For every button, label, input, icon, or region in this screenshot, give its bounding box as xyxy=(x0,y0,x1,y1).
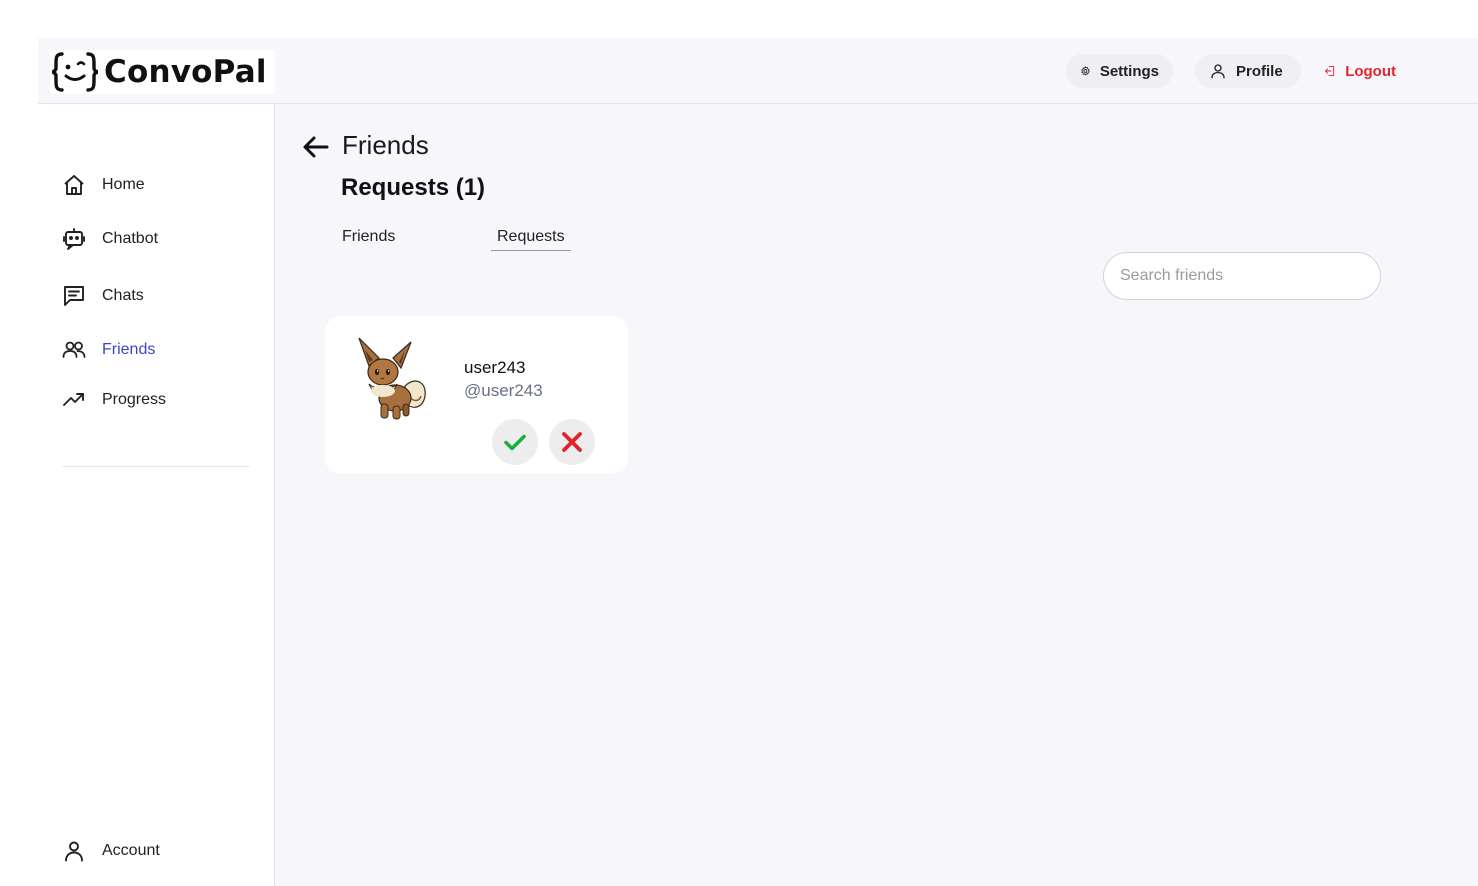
sidebar-item-label: Chatbot xyxy=(102,230,159,247)
accept-request-button[interactable] xyxy=(492,419,538,465)
logout-icon xyxy=(1325,65,1335,77)
decline-request-button[interactable] xyxy=(549,419,595,465)
sidebar: Home Chatbot Chats Friends Progress Acco… xyxy=(38,104,275,886)
logout-button[interactable]: Logout xyxy=(1310,54,1410,88)
request-username: user243 xyxy=(464,358,526,377)
app-window: ConvoPal Settings Profile Logout Home Ch… xyxy=(38,38,1478,886)
profile-button[interactable]: Profile xyxy=(1195,54,1301,88)
sidebar-item-home[interactable]: Home xyxy=(62,170,145,200)
app-name: ConvoPal xyxy=(104,54,267,90)
sidebar-item-label: Friends xyxy=(102,341,156,358)
home-icon xyxy=(64,175,84,195)
sidebar-item-label: Home xyxy=(102,176,145,193)
settings-button[interactable]: Settings xyxy=(1066,54,1173,88)
settings-label: Settings xyxy=(1099,62,1159,80)
logout-label: Logout xyxy=(1345,62,1396,80)
main-content: Friends Requests (1) Friends Requests Se… xyxy=(275,104,1478,886)
sidebar-item-label: Account xyxy=(102,842,160,859)
sidebar-item-chatbot[interactable]: Chatbot xyxy=(62,224,158,254)
sidebar-item-label: Chats xyxy=(102,287,144,304)
friends-icon xyxy=(62,341,86,358)
tab-requests[interactable]: Requests xyxy=(491,228,571,251)
request-handle: @user243 xyxy=(464,381,543,400)
back-arrow-icon[interactable] xyxy=(301,132,331,162)
profile-label: Profile xyxy=(1236,62,1283,80)
trending-up-icon xyxy=(63,393,84,406)
user-icon xyxy=(1211,64,1225,79)
tab-friends[interactable]: Friends xyxy=(336,228,401,250)
top-bar: ConvoPal Settings Profile Logout xyxy=(38,38,1478,104)
section-title: Requests (1) xyxy=(341,174,486,201)
chat-icon xyxy=(64,286,84,306)
page-title: Friends xyxy=(342,130,429,160)
robot-icon xyxy=(63,228,85,250)
checkmark-icon xyxy=(504,434,526,451)
friend-request-card: user243 @user243 xyxy=(325,316,628,474)
sidebar-divider xyxy=(62,466,250,467)
sidebar-item-progress[interactable]: Progress xyxy=(62,385,166,415)
eevee-avatar xyxy=(358,337,426,420)
sidebar-item-label: Progress xyxy=(102,391,167,408)
sidebar-item-friends[interactable]: Friends xyxy=(62,335,155,365)
close-icon xyxy=(562,432,582,452)
search-input[interactable] xyxy=(1103,252,1381,300)
logo[interactable]: ConvoPal xyxy=(50,50,275,94)
logo-icon xyxy=(51,52,99,92)
sidebar-item-chats[interactable]: Chats xyxy=(62,281,144,311)
user-icon xyxy=(65,841,83,862)
sidebar-item-account[interactable]: Account xyxy=(62,836,160,866)
gear-icon xyxy=(1081,66,1090,76)
